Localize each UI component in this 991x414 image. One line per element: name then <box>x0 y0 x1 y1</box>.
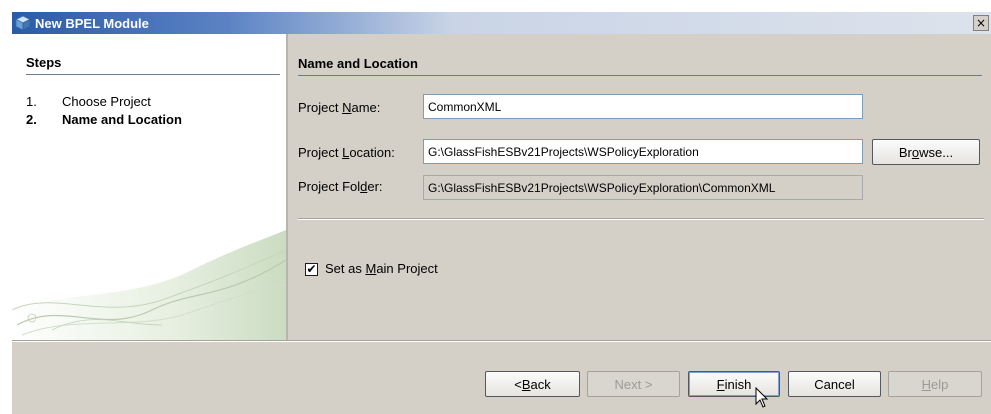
main-project-checkbox[interactable]: ✔ <box>305 263 318 276</box>
project-location-label: Project Location: <box>298 145 395 160</box>
label-text: Project Fol <box>298 179 361 194</box>
dialog-window: New BPEL Module × Steps 1. Choose Project… <box>0 0 991 414</box>
label-text: ocation: <box>349 145 395 160</box>
button-text: ack <box>530 376 551 392</box>
project-folder-label: Project Folder: <box>298 179 383 194</box>
help-button[interactable]: Help <box>888 371 982 397</box>
close-button[interactable]: × <box>973 15 989 31</box>
wave-decoration <box>12 230 286 340</box>
window-frame-left <box>0 0 12 414</box>
label-text: ame: <box>351 100 381 115</box>
steps-title: Steps <box>26 55 62 70</box>
step-number: 2. <box>26 112 37 127</box>
title-bar[interactable]: New BPEL Module × <box>12 12 991 34</box>
close-icon: × <box>975 16 987 30</box>
step-number: 1. <box>26 94 37 109</box>
window-title: New BPEL Module <box>35 15 149 31</box>
label-text: ain Project <box>376 261 438 276</box>
section-divider <box>298 75 982 76</box>
step-label: Name and Location <box>62 112 182 127</box>
mnemonic: H <box>921 376 932 392</box>
cancel-button[interactable]: Cancel <box>788 371 881 397</box>
app-cube-icon <box>15 15 31 31</box>
button-text: elp <box>931 376 949 392</box>
label-text: er: <box>367 179 383 194</box>
window-frame-top <box>0 0 991 12</box>
project-location-field[interactable]: G:\GlassFishESBv21Projects\WSPolicyExplo… <box>423 139 863 164</box>
button-text: inish <box>724 376 752 392</box>
mouse-pointer-icon <box>755 387 769 408</box>
steps-pane: Steps 1. Choose Project 2. Name and Locati… <box>12 34 286 340</box>
project-folder-field: G:\GlassFishESBv21Projects\WSPolicyExplo… <box>423 175 863 200</box>
label-text: Project <box>298 145 343 160</box>
footer-divider <box>12 340 991 342</box>
mnemonic: B <box>521 376 531 392</box>
mnemonic: F <box>716 376 725 392</box>
checkmark-icon: ✔ <box>306 262 317 276</box>
step-label: Choose Project <box>62 94 151 109</box>
button-text: Br <box>898 144 912 160</box>
project-name-field[interactable]: CommonXML <box>423 94 863 119</box>
steps-divider <box>26 74 280 75</box>
section-title: Name and Location <box>298 56 418 71</box>
pane-separator <box>286 34 288 340</box>
project-name-label: Project Name: <box>298 100 380 115</box>
step-item-name-location: 2. Name and Location <box>26 112 182 127</box>
label-text: Set as <box>325 261 366 276</box>
label-text: Project <box>298 100 343 115</box>
button-text: wse... <box>919 144 954 160</box>
next-button[interactable]: Next > <box>587 371 680 397</box>
main-project-label[interactable]: Set as Main Project <box>325 261 438 276</box>
browse-button[interactable]: Br o wse... <box>872 139 980 165</box>
back-button[interactable]: < Back <box>485 371 580 397</box>
step-item-choose-project: 1. Choose Project <box>26 94 151 109</box>
mnemonic: M <box>365 261 377 276</box>
options-divider <box>298 218 984 220</box>
button-text: < <box>514 376 522 392</box>
